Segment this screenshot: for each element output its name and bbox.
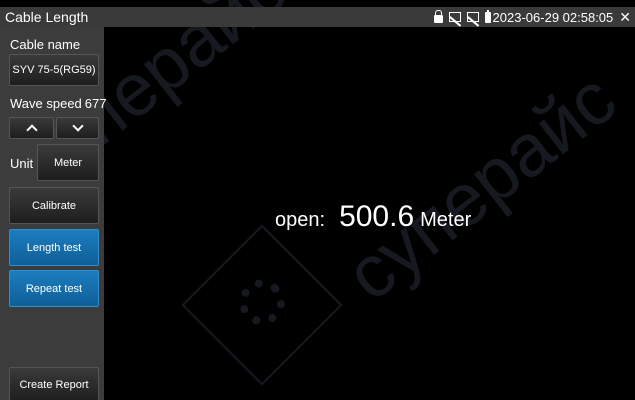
watermark: суперайс — [330, 56, 631, 317]
calibrate-label: Calibrate — [31, 199, 77, 212]
monitor-off-icon — [448, 12, 461, 22]
reading-unit: Meter — [420, 209, 472, 231]
watermark-logo — [181, 224, 343, 386]
unit-label: Unit — [10, 156, 34, 171]
unit-value: Meter — [53, 156, 83, 169]
calibrate-button[interactable]: Calibrate — [9, 187, 99, 224]
monitor-off-icon — [466, 12, 479, 22]
wave-speed-value: 677 — [84, 96, 107, 111]
length-test-label: Length test — [26, 241, 82, 254]
wave-speed-down-button[interactable] — [56, 117, 99, 139]
cable-name-label: Cable name — [10, 37, 81, 52]
reading-value: 500.6 — [339, 200, 415, 233]
status-area: 2023-06-29 02:58:05 ✕ — [433, 8, 631, 26]
datetime: 2023-06-29 02:58:05 — [492, 9, 614, 25]
arrow-down-icon — [71, 120, 84, 132]
close-icon[interactable]: ✕ — [619, 9, 631, 26]
arrow-up-icon — [25, 124, 38, 136]
title-bar: Cable Length 2023-06-29 02:58:05 ✕ — [0, 7, 635, 27]
length-test-button[interactable]: Length test — [9, 229, 99, 266]
unit-button[interactable]: Meter — [37, 144, 99, 181]
battery-icon — [484, 9, 491, 23]
cable-name-value: SYV 75-5(RG59) — [12, 64, 96, 76]
create-report-button[interactable]: Create Report — [9, 367, 99, 400]
create-report-label: Create Report — [19, 378, 89, 391]
cable-name-button[interactable]: SYV 75-5(RG59) — [9, 54, 99, 86]
repeat-test-button[interactable]: Repeat test — [9, 270, 99, 307]
reading-state: open: — [275, 209, 326, 231]
window-title: Cable Length — [5, 9, 89, 25]
repeat-test-label: Repeat test — [25, 282, 83, 295]
lock-icon — [433, 10, 443, 23]
sidebar: Cable name SYV 75-5(RG59) Wave speed 677 … — [0, 27, 107, 400]
screen: суперайс суперайс Cable Length 2023-06-2… — [0, 0, 635, 400]
wave-speed-up-button[interactable] — [9, 117, 54, 139]
wave-speed-label: Wave speed 677 — [10, 96, 107, 111]
length-reading: open: 500.6 Meter — [275, 200, 471, 234]
